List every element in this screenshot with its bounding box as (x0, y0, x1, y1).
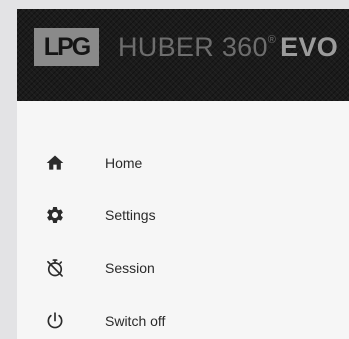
menu-item-label: Switch off (105, 313, 166, 329)
home-icon (46, 155, 64, 170)
product-suffix: EVO (280, 32, 339, 62)
menu-item-session[interactable]: Session (17, 243, 349, 293)
menu-item-label: Home (105, 155, 143, 171)
timer-off-icon (47, 259, 63, 277)
menu-item-settings[interactable]: Settings (17, 190, 349, 240)
drawer-header: LPG HUBER 360® EVO (17, 9, 349, 101)
menu-item-home[interactable]: Home (17, 138, 349, 188)
menu-item-label: Settings (105, 207, 156, 223)
power-icon (47, 312, 63, 329)
menu-item-label: Session (105, 260, 155, 276)
brand-logo: LPG (34, 28, 99, 66)
product-name: HUBER 360® EVO (118, 31, 338, 63)
navigation-drawer: LPG HUBER 360® EVO Home Settings Session… (17, 9, 349, 339)
product-name-text: HUBER 360 (118, 32, 268, 62)
registered-mark: ® (267, 34, 277, 46)
gear-icon (47, 207, 63, 223)
menu-item-switch-off[interactable]: Switch off (17, 296, 349, 339)
